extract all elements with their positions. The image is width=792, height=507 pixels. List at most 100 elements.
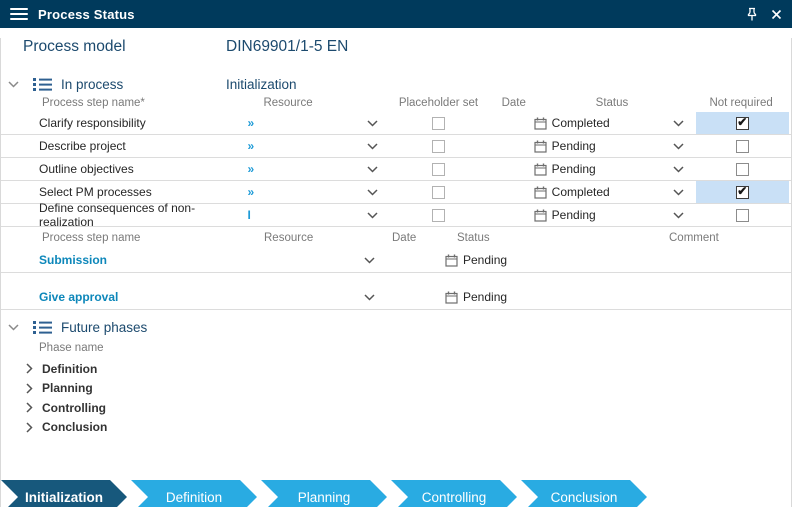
not-required-checkbox[interactable] (736, 186, 749, 199)
process-step-link[interactable]: Submission (39, 253, 107, 267)
section-future-phases: Future phases (1, 317, 791, 337)
not-required-cell (696, 181, 789, 203)
placeholder-set-checkbox[interactable] (432, 163, 445, 176)
not-required-cell (696, 158, 789, 180)
status-value: Pending (552, 139, 596, 153)
table-row: Define consequences of non-realizationI P… (1, 204, 791, 227)
calendar-icon[interactable] (534, 163, 547, 176)
tree-item-controlling[interactable]: Controlling (1, 398, 791, 418)
panel-body: Process model DIN69901/1-5 EN In process… (0, 38, 792, 507)
col-resource: Resource (247, 97, 382, 109)
phase-arrow-planning[interactable]: Planning (261, 480, 387, 507)
expand-chevron-icon[interactable] (26, 363, 33, 374)
collapse-chevron-icon[interactable] (8, 324, 19, 331)
chevron-down-icon[interactable] (673, 166, 684, 173)
not-required-cell (696, 204, 789, 226)
phase-name: Conclusion (42, 420, 107, 434)
placeholder-set-checkbox[interactable] (432, 186, 445, 199)
tree-item-definition[interactable]: Definition (1, 359, 791, 379)
expand-chevron-icon[interactable] (26, 422, 33, 433)
calendar-icon[interactable] (534, 186, 547, 199)
not-required-checkbox[interactable] (736, 117, 749, 130)
not-required-cell (696, 135, 789, 157)
col-placeholder-set: Placeholder set (382, 97, 495, 109)
table-row: Clarify responsibility»Completed (1, 112, 791, 135)
status-value: Pending (552, 208, 596, 222)
chevron-down-icon[interactable] (673, 189, 684, 196)
resource-link[interactable]: I (247, 208, 250, 222)
chevron-down-icon[interactable] (364, 294, 375, 301)
col-phase-name: Phase name (1, 339, 791, 357)
current-phase-label: Initialization (226, 77, 297, 92)
col-resource: Resource (248, 232, 386, 244)
chevron-down-icon[interactable] (367, 189, 378, 196)
table-row: SubmissionPending (1, 248, 791, 273)
not-required-checkbox[interactable] (736, 209, 749, 222)
section-label: Future phases (61, 320, 147, 335)
future-phases-tree: DefinitionPlanning Controlling Conclusion (1, 359, 791, 437)
status-value: Pending (552, 162, 596, 176)
col-status: Status (533, 97, 692, 109)
expand-chevron-icon[interactable] (26, 402, 33, 413)
calendar-icon[interactable] (445, 291, 458, 304)
resource-link[interactable]: » (247, 139, 254, 153)
expand-chevron-icon[interactable] (26, 383, 33, 394)
collapse-chevron-icon[interactable] (8, 81, 19, 88)
phase-name: Controlling (42, 401, 106, 415)
not-required-checkbox[interactable] (736, 140, 749, 153)
menu-icon[interactable] (10, 8, 28, 20)
col-status: Status (431, 232, 661, 244)
process-step-name: Clarify responsibility (1, 116, 247, 130)
section-in-process: In process Initialization (1, 74, 791, 94)
close-icon[interactable] (771, 9, 782, 20)
section-label: In process (61, 77, 123, 92)
list-icon (33, 77, 52, 92)
process-model-row: Process model DIN69901/1-5 EN (1, 38, 791, 62)
chevron-down-icon[interactable] (673, 143, 684, 150)
phase-arrow-definition[interactable]: Definition (131, 480, 257, 507)
table1-header: Process step name* Resource Placeholder … (1, 94, 791, 112)
chevron-down-icon[interactable] (367, 212, 378, 219)
placeholder-set-checkbox[interactable] (432, 140, 445, 153)
tree-item-conclusion[interactable]: Conclusion (1, 418, 791, 438)
placeholder-set-checkbox[interactable] (432, 117, 445, 130)
chevron-down-icon[interactable] (367, 143, 378, 150)
phase-arrow-conclusion[interactable]: Conclusion (521, 480, 647, 507)
table-row: Give approval Pending (1, 285, 791, 310)
not-required-cell (696, 112, 789, 134)
phase-progress-bar: InitializationDefinitionPlanningControll… (1, 480, 647, 507)
process-step-name: Define consequences of non-realization (1, 201, 247, 229)
calendar-icon[interactable] (534, 209, 547, 222)
col-date: Date (495, 97, 533, 109)
col-date: Date (386, 232, 431, 244)
chevron-down-icon[interactable] (673, 212, 684, 219)
panel-title: Process Status (38, 7, 135, 22)
table-row: Describe project» Pending (1, 135, 791, 158)
status-value: Completed (552, 185, 610, 199)
phase-arrow-initialization[interactable]: Initialization (1, 480, 127, 507)
resource-link[interactable]: » (247, 185, 254, 199)
pin-icon[interactable] (745, 7, 759, 22)
chevron-down-icon[interactable] (367, 166, 378, 173)
calendar-icon[interactable] (445, 254, 458, 267)
chevron-down-icon[interactable] (364, 257, 375, 264)
calendar-icon[interactable] (534, 140, 547, 153)
resource-link[interactable]: » (247, 116, 254, 130)
chevron-down-icon[interactable] (673, 120, 684, 127)
process-step-name: Outline objectives (1, 162, 247, 176)
list-icon (33, 320, 52, 335)
col-process-step-name: Process step name* (1, 97, 247, 109)
phase-arrow-controlling[interactable]: Controlling (391, 480, 517, 507)
process-status-panel: Process Status Process model DIN69901/1-… (0, 0, 792, 507)
resource-link[interactable]: » (247, 162, 254, 176)
process-step-name: Select PM processes (1, 185, 247, 199)
status-value: Pending (463, 290, 507, 304)
process-step-link[interactable]: Give approval (39, 290, 118, 304)
placeholder-set-checkbox[interactable] (432, 209, 445, 222)
calendar-icon[interactable] (534, 117, 547, 130)
process-step-name: Describe project (1, 139, 247, 153)
chevron-down-icon[interactable] (367, 120, 378, 127)
tree-item-planning[interactable]: Planning (1, 379, 791, 399)
not-required-checkbox[interactable] (736, 163, 749, 176)
col-process-step-name: Process step name (1, 232, 248, 244)
